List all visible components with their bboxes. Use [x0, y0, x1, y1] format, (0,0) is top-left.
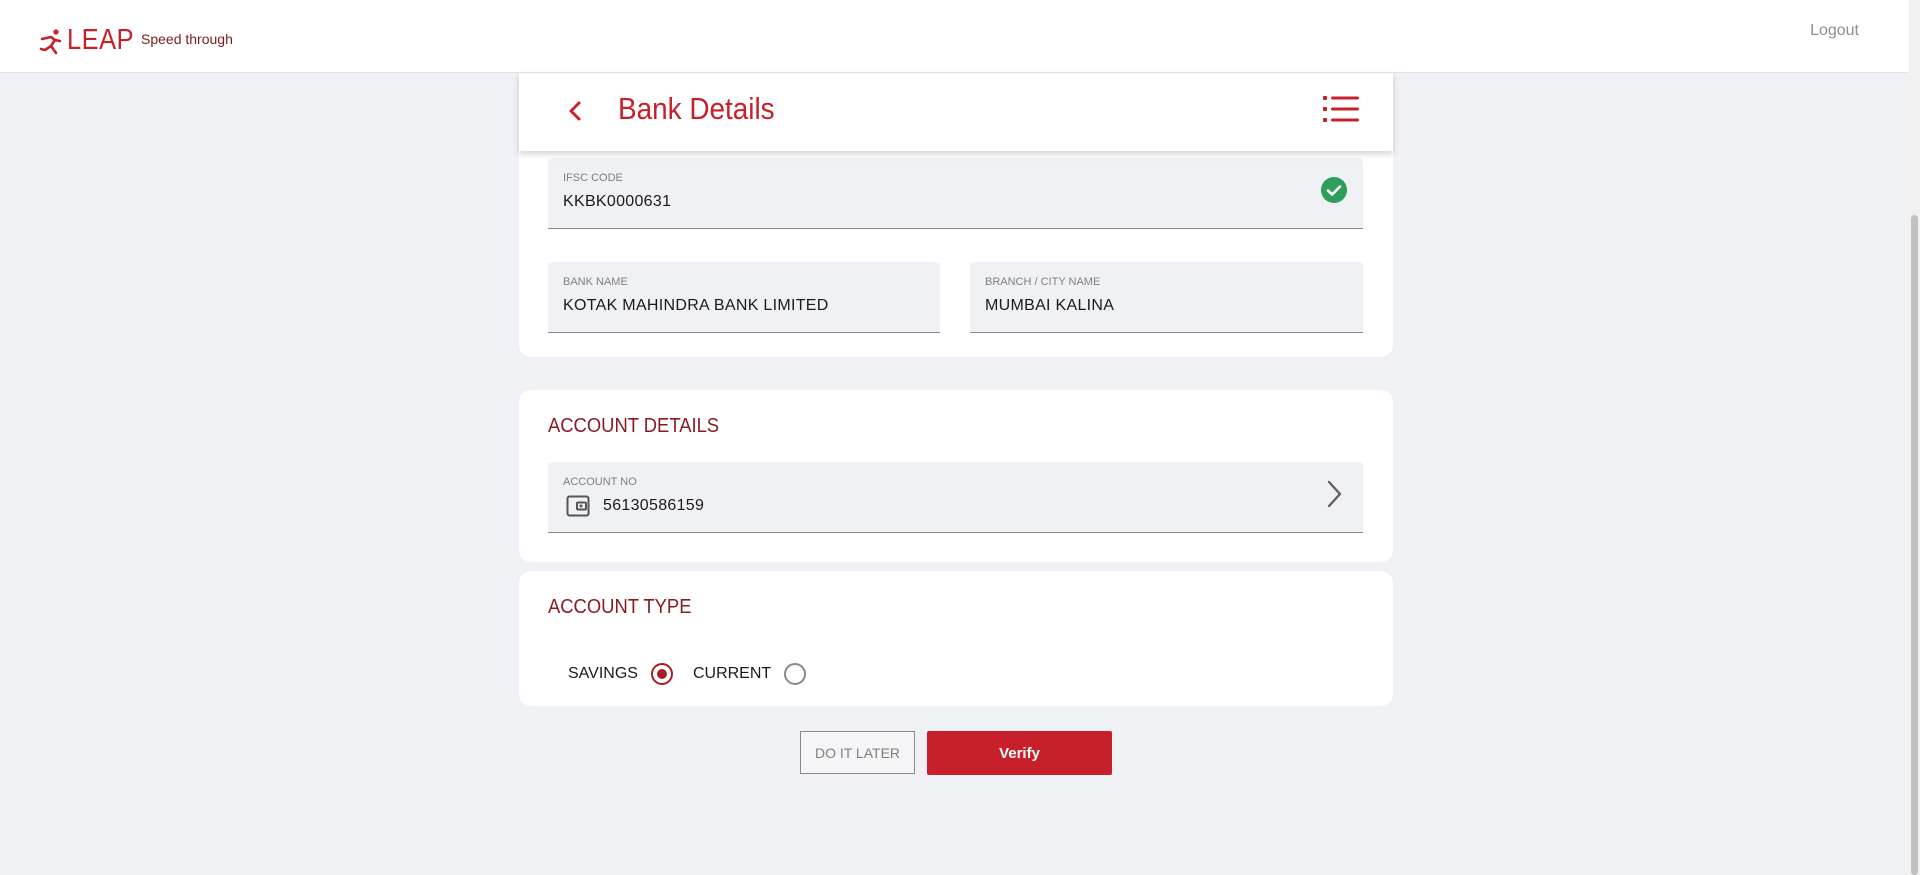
bank-details-card: IFSC CODE KKBK0000631 BANK NAME KOTAK MA… [519, 140, 1393, 357]
savings-label[interactable]: SAVINGS [568, 665, 638, 683]
ifsc-value: KKBK0000631 [563, 193, 672, 210]
tagline: Speed through [141, 31, 233, 47]
account-details-card: ACCOUNT DETAILS ACCOUNT NO 56130586159 [519, 390, 1393, 562]
branch-value: MUMBAI KALINA [985, 297, 1115, 314]
page-title: Bank Details [618, 91, 775, 126]
bank-name-label: BANK NAME [563, 276, 628, 288]
bank-name-field[interactable]: BANK NAME KOTAK MAHINDRA BANK LIMITED [548, 262, 940, 333]
scrollbar-thumb[interactable] [1911, 215, 1918, 875]
account-details-title: ACCOUNT DETAILS [548, 415, 720, 437]
runner-icon [39, 28, 62, 54]
branch-field[interactable]: BRANCH / CITY NAME MUMBAI KALINA [970, 262, 1363, 333]
back-arrow-icon[interactable] [563, 98, 589, 124]
wallet-icon [566, 495, 590, 517]
do-it-later-button[interactable]: DO IT LATER [800, 731, 915, 774]
check-circle-icon [1321, 177, 1347, 203]
top-bar: LEAP Speed through Logout [0, 0, 1909, 73]
page-header: Bank Details [519, 73, 1393, 151]
ifsc-field[interactable]: IFSC CODE KKBK0000631 [548, 158, 1363, 229]
account-type-card: ACCOUNT TYPE SAVINGS CURRENT [519, 571, 1393, 706]
savings-radio[interactable] [650, 663, 673, 685]
verify-button[interactable]: Verify [927, 731, 1112, 775]
current-radio[interactable] [784, 663, 807, 685]
leap-logo[interactable]: LEAP [38, 24, 143, 57]
account-type-title: ACCOUNT TYPE [548, 596, 692, 618]
logo-text: LEAP [67, 24, 135, 56]
branch-label: BRANCH / CITY NAME [985, 276, 1101, 288]
list-menu-icon[interactable] [1323, 93, 1359, 125]
account-no-field[interactable]: ACCOUNT NO 56130586159 [548, 462, 1363, 533]
ifsc-label: IFSC CODE [563, 172, 623, 184]
account-type-radio-group: SAVINGS CURRENT [568, 663, 826, 685]
logout-link[interactable]: Logout [1810, 22, 1859, 40]
current-label[interactable]: CURRENT [693, 665, 771, 683]
bank-name-value: KOTAK MAHINDRA BANK LIMITED [563, 297, 829, 314]
account-no-label: ACCOUNT NO [563, 476, 637, 488]
chevron-right-icon[interactable] [1323, 479, 1345, 509]
scrollbar[interactable] [1909, 0, 1920, 875]
account-no-value: 56130586159 [603, 497, 705, 514]
